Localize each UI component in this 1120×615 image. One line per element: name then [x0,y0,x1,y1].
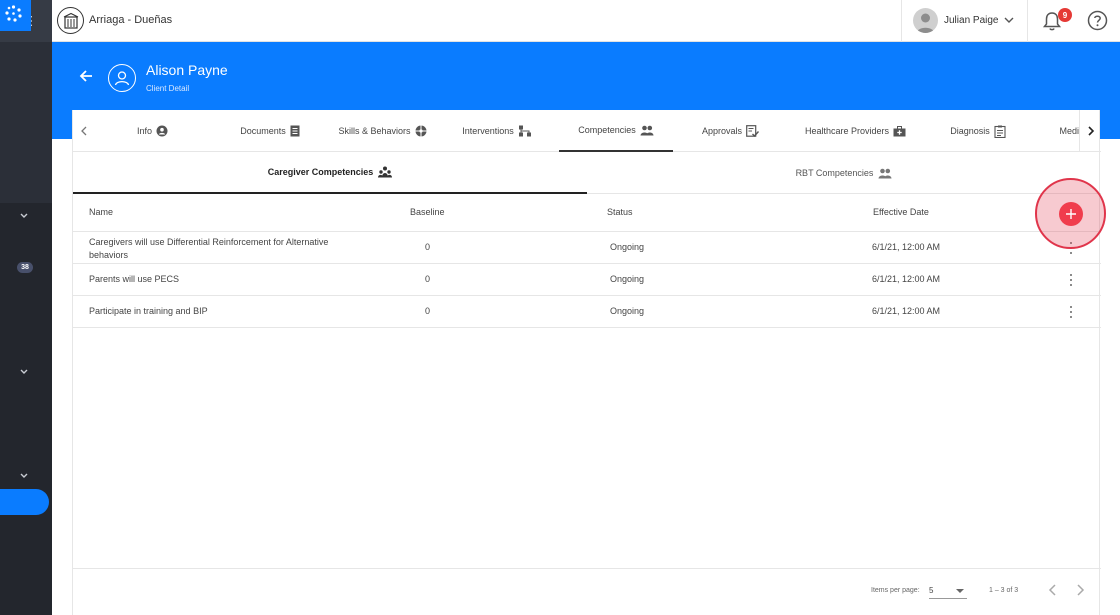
checklist-icon [746,125,760,137]
person-outline-icon [114,71,130,86]
organization-logo[interactable] [57,7,84,34]
table-row[interactable]: Participate in training and BIP 0 Ongoin… [73,296,1101,328]
row-effective-date: 6/1/21, 12:00 AM [872,242,941,252]
user-avatar [913,8,938,33]
help-icon[interactable] [1087,10,1108,31]
medical-kit-icon [893,125,906,136]
back-arrow-icon[interactable] [79,69,93,83]
kebab-dot [1070,279,1072,281]
items-per-page-label: Items per page: [871,587,920,594]
chevron-down-icon [20,473,28,478]
row-actions-menu[interactable] [1069,306,1073,318]
client-name: Alison Payne [146,62,228,78]
plus-icon [1066,209,1076,219]
chevron-left-icon [81,126,87,136]
document-icon [290,125,300,137]
chevron-down-icon [1004,17,1014,23]
sidebar-group-toggle-2[interactable] [16,364,32,380]
tab-documents[interactable]: Documents [210,110,330,152]
row-name: Parents will use PECS [89,274,180,284]
building-icon [63,12,78,29]
people-icon [640,125,654,135]
puzzle-icon [415,125,427,137]
user-circle-icon [156,125,168,137]
table-row[interactable]: Caregivers will use Differential Reinfor… [73,232,1101,264]
tabs-scroll-left-button[interactable] [73,110,95,152]
subtab-caregiver-competencies[interactable]: Caregiver Competencies [73,152,587,194]
column-header-name[interactable]: Name [89,207,113,217]
kebab-dot [1070,311,1072,313]
row-baseline: 0 [425,242,431,252]
kebab-dot [1070,284,1072,286]
tab-healthcare-providers[interactable]: Healthcare Providers [788,110,923,152]
row-status: Ongoing [610,274,645,284]
caregiver-group-icon [378,166,393,178]
tab-medications-partial[interactable]: Medi [1033,110,1079,152]
previous-page-icon[interactable] [1048,583,1058,597]
column-header-baseline[interactable]: Baseline [410,207,445,217]
pagination-range: 1 – 3 of 3 [989,587,1019,594]
tabs-scroll-right-button[interactable] [1079,110,1101,152]
organization-name: Arriaga - Dueñas [89,14,173,26]
client-detail-card: Info Documents Skills & Behaviors Interv… [72,110,1101,615]
column-header-effective-date[interactable]: Effective Date [873,207,929,217]
row-effective-date: 6/1/21, 12:00 AM [872,306,941,316]
chevron-right-icon [1087,126,1094,136]
subtab-rbt-competencies[interactable]: RBT Competencies [587,152,1101,194]
network-icon [518,125,531,137]
sidebar-group-toggle-1[interactable] [16,208,32,224]
top-bar: Arriaga - Dueñas Julian Paige 9 [52,0,1120,42]
tab-interventions[interactable]: Interventions [435,110,559,152]
row-name: Participate in training and BIP [89,306,208,316]
user-menu[interactable]: Julian Paige [901,0,1028,42]
tab-approvals[interactable]: Approvals [673,110,788,152]
column-header-status[interactable]: Status [607,207,633,217]
people-icon [878,168,892,178]
sidebar-active-item[interactable] [0,489,49,515]
client-avatar [108,64,136,92]
clipboard-icon [994,125,1006,138]
table-row[interactable]: Parents will use PECS 0 Ongoing 6/1/21, … [73,264,1101,296]
competencies-table: Name Baseline Status Effective Date Care… [73,194,1101,328]
kebab-dot [1070,316,1072,318]
chevron-down-icon [20,369,28,374]
kebab-icon [1070,306,1072,308]
kebab-icon [1070,274,1072,276]
row-actions-menu[interactable] [1069,274,1073,286]
tab-competencies[interactable]: Competencies [559,110,673,152]
row-name: Caregivers will use Differential Reinfor… [89,237,329,260]
row-status: Ongoing [610,242,645,252]
client-tabs: Info Documents Skills & Behaviors Interv… [73,110,1101,152]
sidebar: 38 [0,0,52,615]
row-baseline: 0 [425,274,431,284]
person-icon [917,13,934,33]
competency-subtabs: Caregiver Competencies RBT Competencies [73,152,1101,194]
dropdown-caret-icon [956,589,964,593]
tab-diagnosis[interactable]: Diagnosis [923,110,1033,152]
sidebar-count-badge: 38 [17,262,33,273]
notification-count-badge: 9 [1058,8,1072,22]
help-widget-button[interactable] [0,0,31,31]
tab-skills-behaviors[interactable]: Skills & Behaviors [330,110,435,152]
row-status: Ongoing [610,306,645,316]
items-per-page-select[interactable]: 5 [929,583,967,599]
row-effective-date: 6/1/21, 12:00 AM [872,274,941,284]
client-detail-label: Client Detail [146,84,190,93]
next-page-icon[interactable] [1075,583,1085,597]
kebab-dot [1070,252,1072,254]
chevron-down-icon [20,213,28,218]
row-baseline: 0 [425,306,431,316]
add-competency-button[interactable] [1059,202,1083,226]
table-pagination: Items per page: 5 1 – 3 of 3 [73,568,1101,615]
dots-icon [5,5,22,22]
table-header: Name Baseline Status Effective Date [73,194,1101,232]
user-name: Julian Paige [944,15,999,26]
sidebar-group-toggle-3[interactable] [16,468,32,484]
tab-info[interactable]: Info [95,110,210,152]
